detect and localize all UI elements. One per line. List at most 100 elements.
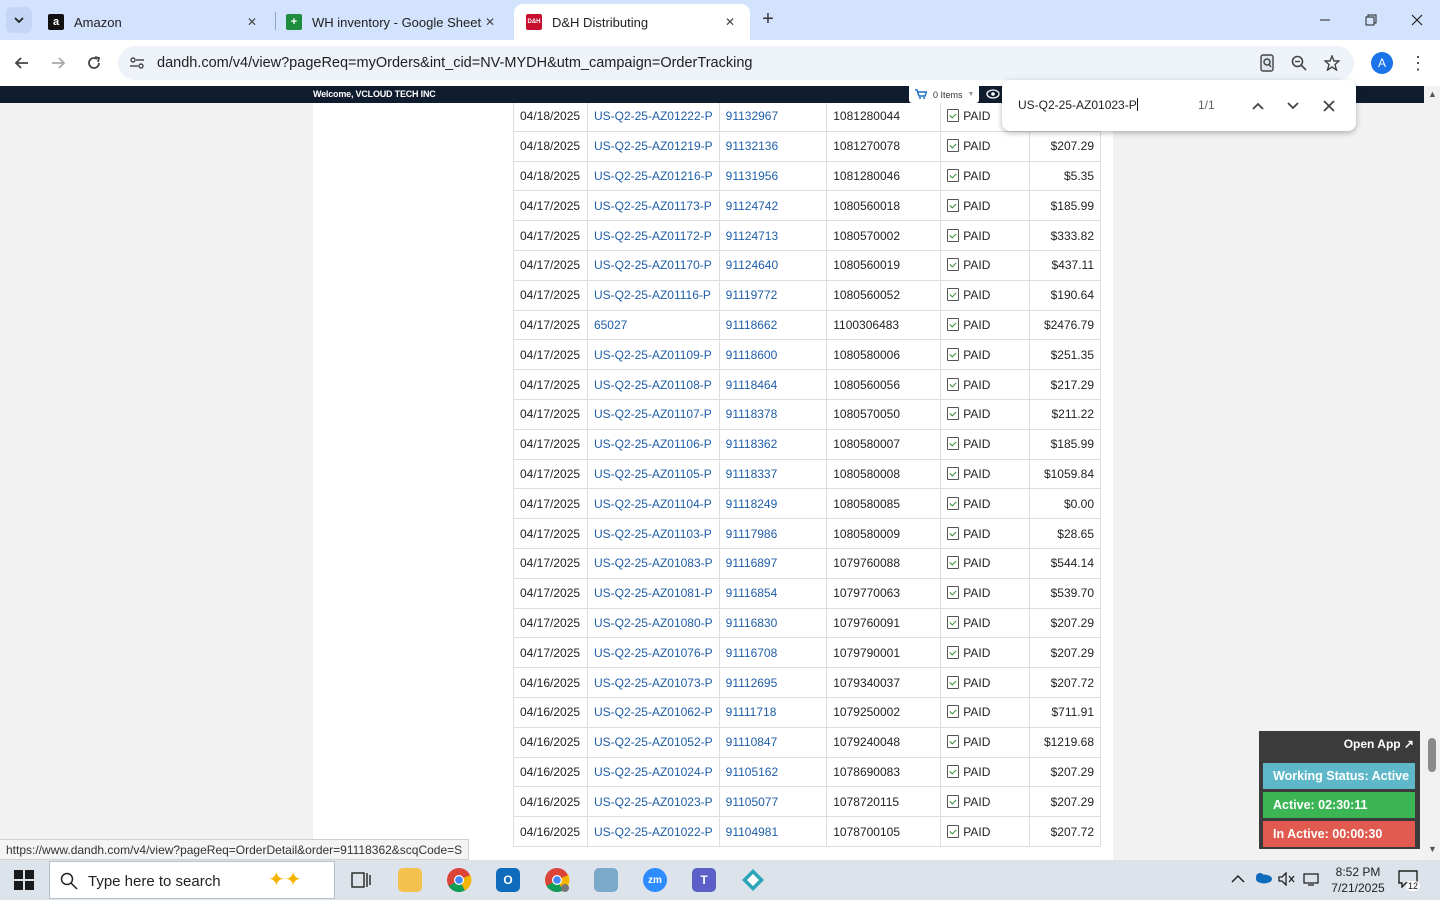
- order-number-link[interactable]: 91132136: [718, 130, 828, 162]
- invoice-paid-icon[interactable]: [947, 407, 960, 421]
- invoice-paid-icon[interactable]: [947, 317, 960, 331]
- tab-wh-inventory[interactable]: + WH inventory - Google Sheets ✕: [274, 4, 510, 40]
- order-number-link[interactable]: 91132967: [718, 101, 828, 132]
- order-number-link[interactable]: 91131956: [718, 160, 828, 192]
- tab-dh-distributing[interactable]: D&H D&H Distributing ✕: [514, 4, 750, 40]
- close-icon[interactable]: ✕: [244, 14, 260, 30]
- order-number-link[interactable]: 91119772: [718, 279, 828, 311]
- scrollbar-thumb[interactable]: [1428, 738, 1436, 772]
- po-number-link[interactable]: US-Q2-25-AZ01216-P: [586, 160, 720, 192]
- po-number-link[interactable]: US-Q2-25-AZ01073-P: [586, 667, 720, 698]
- po-number-link[interactable]: US-Q2-25-AZ01076-P: [586, 637, 720, 669]
- po-number-link[interactable]: US-Q2-25-AZ01219-P: [586, 130, 720, 162]
- teams-icon[interactable]: T: [686, 864, 722, 896]
- forward-button[interactable]: [44, 49, 72, 77]
- order-number-link[interactable]: 91118337: [718, 458, 828, 490]
- order-number-link[interactable]: 91104981: [718, 816, 828, 847]
- invoice-paid-icon[interactable]: [947, 168, 960, 182]
- minimize-button[interactable]: [1302, 0, 1348, 40]
- invoice-paid-icon[interactable]: [947, 258, 960, 272]
- po-number-link[interactable]: US-Q2-25-AZ01080-P: [586, 607, 720, 639]
- bookmark-star-icon[interactable]: [1321, 53, 1343, 73]
- find-input[interactable]: US-Q2-25-AZ01023-P: [1018, 98, 1138, 112]
- taskbar-clock[interactable]: 8:52 PM 7/21/2025: [1322, 864, 1394, 896]
- po-number-link[interactable]: US-Q2-25-AZ01022-P: [586, 816, 720, 847]
- invoice-paid-icon[interactable]: [947, 615, 960, 629]
- invoice-paid-icon[interactable]: [947, 288, 960, 302]
- po-number-link[interactable]: US-Q2-25-AZ01024-P: [586, 756, 720, 788]
- onedrive-icon[interactable]: [1254, 872, 1272, 887]
- start-button[interactable]: [8, 868, 40, 892]
- po-number-link[interactable]: US-Q2-25-AZ01105-P: [586, 458, 720, 490]
- network-icon[interactable]: [1302, 872, 1320, 889]
- po-number-link[interactable]: US-Q2-25-AZ01062-P: [586, 696, 720, 728]
- task-view-icon[interactable]: [343, 864, 379, 896]
- outlook-icon[interactable]: O: [490, 864, 526, 896]
- scroll-up-icon[interactable]: ▲: [1428, 89, 1437, 99]
- eye-icon[interactable]: [984, 87, 1002, 101]
- app-diamond-icon[interactable]: [735, 864, 771, 896]
- zoom-icon[interactable]: [1288, 53, 1310, 73]
- tray-overflow-icon[interactable]: [1231, 872, 1245, 887]
- taskbar-search-box[interactable]: Type here to search ✦✦: [49, 861, 335, 899]
- po-number-link[interactable]: US-Q2-25-AZ01172-P: [586, 220, 720, 251]
- order-number-link[interactable]: 91116854: [718, 577, 828, 609]
- order-number-link[interactable]: 91117986: [718, 518, 828, 549]
- invoice-paid-icon[interactable]: [947, 496, 960, 510]
- invoice-paid-icon[interactable]: [947, 675, 960, 689]
- po-number-link[interactable]: US-Q2-25-AZ01170-P: [586, 249, 720, 281]
- tab-amazon[interactable]: a Amazon ✕: [36, 4, 272, 40]
- speaker-muted-icon[interactable]: [1278, 871, 1296, 889]
- invoice-paid-icon[interactable]: [947, 556, 960, 570]
- order-number-link[interactable]: 91116897: [718, 547, 828, 579]
- invoice-paid-icon[interactable]: [947, 526, 960, 540]
- close-icon[interactable]: ✕: [482, 14, 498, 30]
- po-number-link[interactable]: US-Q2-25-AZ01109-P: [586, 339, 720, 371]
- close-window-button[interactable]: [1394, 0, 1440, 40]
- order-number-link[interactable]: 91110847: [718, 726, 828, 758]
- invoice-paid-icon[interactable]: [947, 139, 960, 153]
- order-number-link[interactable]: 91116708: [718, 637, 828, 669]
- order-number-link[interactable]: 91118464: [718, 369, 828, 400]
- invoice-paid-icon[interactable]: [947, 586, 960, 600]
- po-number-link[interactable]: US-Q2-25-AZ01116-P: [586, 279, 720, 311]
- invoice-paid-icon[interactable]: [947, 109, 960, 123]
- po-number-link[interactable]: US-Q2-25-AZ01083-P: [586, 547, 720, 579]
- site-info-icon[interactable]: [128, 54, 146, 72]
- chrome-icon[interactable]: [441, 864, 477, 896]
- invoice-paid-icon[interactable]: [947, 764, 960, 778]
- find-previous-button[interactable]: [1246, 94, 1270, 118]
- po-number-link[interactable]: US-Q2-25-AZ01023-P: [586, 786, 720, 818]
- invoice-paid-icon[interactable]: [947, 228, 960, 242]
- restore-button[interactable]: [1348, 0, 1394, 40]
- back-button[interactable]: [8, 49, 36, 77]
- scroll-down-icon[interactable]: ▼: [1428, 844, 1437, 854]
- order-number-link[interactable]: 91124640: [718, 249, 828, 281]
- po-number-link[interactable]: US-Q2-25-AZ01103-P: [586, 518, 720, 549]
- po-number-link[interactable]: US-Q2-25-AZ01104-P: [586, 488, 720, 520]
- invoice-paid-icon[interactable]: [947, 198, 960, 212]
- vertical-scrollbar[interactable]: ▲ ▼: [1424, 86, 1440, 860]
- po-number-link[interactable]: US-Q2-25-AZ01106-P: [586, 428, 720, 460]
- more-menu-icon[interactable]: ⋮: [1408, 51, 1428, 75]
- order-number-link[interactable]: 91124713: [718, 220, 828, 251]
- zoom-app-icon[interactable]: zm: [637, 864, 673, 896]
- order-number-link[interactable]: 91116830: [718, 607, 828, 639]
- cart-button[interactable]: 0 Items ▼: [909, 86, 979, 103]
- order-number-link[interactable]: 91111718: [718, 696, 828, 728]
- invoice-paid-icon[interactable]: [947, 705, 960, 719]
- open-app-link[interactable]: Open App ↗: [1344, 737, 1414, 751]
- reload-button[interactable]: [80, 49, 108, 77]
- order-number-link[interactable]: 91118378: [718, 398, 828, 430]
- app-icon[interactable]: [588, 864, 624, 896]
- invoice-paid-icon[interactable]: [947, 824, 960, 838]
- address-bar[interactable]: dandh.com/v4/view?pageReq=myOrders&int_c…: [118, 46, 1354, 80]
- find-close-button[interactable]: [1317, 94, 1341, 118]
- invoice-paid-icon[interactable]: [947, 735, 960, 749]
- find-next-button[interactable]: [1281, 94, 1305, 118]
- order-number-link[interactable]: 91124742: [718, 190, 828, 222]
- new-tab-button[interactable]: +: [757, 8, 779, 30]
- invoice-paid-icon[interactable]: [947, 347, 960, 361]
- invoice-paid-icon[interactable]: [947, 437, 960, 451]
- po-number-link[interactable]: US-Q2-25-AZ01081-P: [586, 577, 720, 609]
